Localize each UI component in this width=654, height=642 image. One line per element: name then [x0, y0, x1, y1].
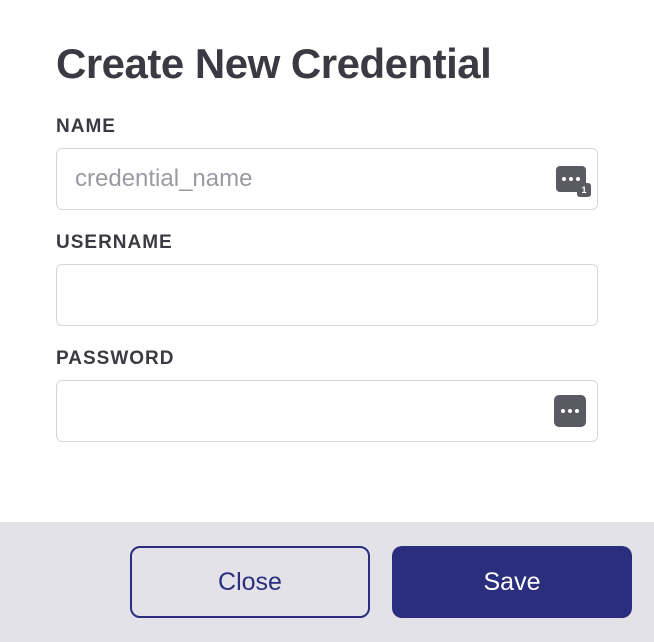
username-input-wrapper: [56, 264, 598, 326]
modal-title: Create New Credential: [56, 40, 598, 88]
modal-body: Create New Credential NAME 1 USERNAME: [0, 0, 654, 494]
username-label: USERNAME: [56, 232, 598, 254]
username-input[interactable]: [56, 264, 598, 326]
username-field-group: USERNAME: [56, 232, 598, 326]
name-label: NAME: [56, 116, 598, 138]
password-field-group: PASSWORD: [56, 348, 598, 442]
save-button[interactable]: Save: [392, 546, 632, 618]
password-label: PASSWORD: [56, 348, 598, 370]
password-input[interactable]: [56, 380, 598, 442]
password-input-wrapper: [56, 380, 598, 442]
name-input[interactable]: [56, 148, 598, 210]
close-button[interactable]: Close: [130, 546, 370, 618]
name-input-wrapper: 1: [56, 148, 598, 210]
modal-footer: Close Save: [0, 522, 654, 642]
name-field-group: NAME 1: [56, 116, 598, 210]
